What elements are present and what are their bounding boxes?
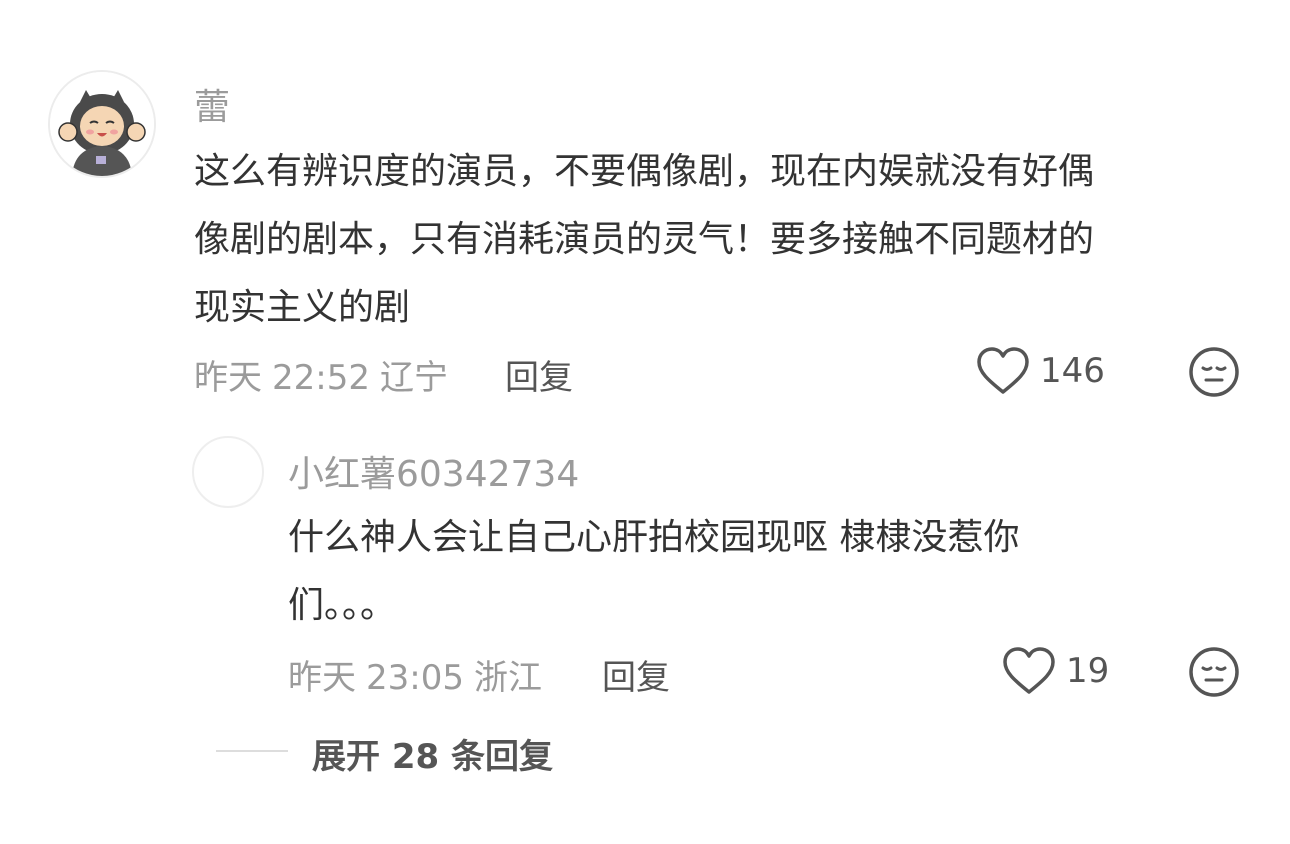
avatar[interactable]: [48, 70, 156, 178]
heart-outline-icon: [1003, 647, 1055, 694]
comment-text: 这么有辨识度的演员，不要偶像剧，现在内娱就没有好偶 像剧的剧本，只有消耗演员的灵…: [194, 138, 1094, 342]
reply-time: 23:05: [366, 658, 464, 698]
reply-username[interactable]: 小红薯60342734: [288, 445, 579, 497]
reply-like-count: 19: [1066, 651, 1110, 691]
reply-text-line: 什么神人会让自己心肝拍校园现呕 棣棣没惹你: [288, 517, 1020, 558]
expressionless-face-icon: [1189, 347, 1239, 397]
cartoon-character-avatar-icon: [50, 72, 154, 176]
comment-username[interactable]: 蕾: [194, 78, 230, 130]
comment-location: 辽宁: [379, 358, 448, 398]
reply-text: 什么神人会让自己心肝拍校园现呕 棣棣没惹你 们。。。: [288, 504, 1019, 640]
expressionless-face-icon: [1189, 647, 1239, 697]
comment-time: 22:52: [272, 358, 370, 398]
heart-outline-icon: [977, 347, 1029, 394]
reply-emoji-reaction-button[interactable]: [1188, 646, 1240, 702]
comment-text-line: 这么有辨识度的演员，不要偶像剧，现在内娱就没有好偶: [194, 151, 1095, 192]
comment-meta: 昨天 22:52 辽宁: [194, 350, 448, 399]
reply-button[interactable]: 回复: [505, 350, 573, 399]
reply-reply-button[interactable]: 回复: [602, 650, 670, 699]
expand-replies-button[interactable]: 展开 28 条回复: [312, 729, 553, 778]
comment-text-line: 现实主义的剧: [194, 287, 411, 328]
reply-avatar[interactable]: [192, 436, 264, 508]
comment-text-line: 像剧的剧本，只有消耗演员的灵气！要多接触不同题材的: [194, 219, 1095, 260]
comment-date: 昨天: [194, 358, 262, 398]
expand-divider: [216, 750, 288, 752]
like-button[interactable]: 146: [976, 346, 1105, 396]
reply-text-line: 们。。。: [288, 585, 397, 626]
emoji-reaction-button[interactable]: [1188, 346, 1240, 402]
reply-location: 浙江: [473, 658, 542, 698]
reply-meta: 昨天 23:05 浙江: [288, 650, 542, 699]
like-count: 146: [1040, 351, 1105, 391]
reply-like-button[interactable]: 19: [1002, 646, 1109, 696]
reply-date: 昨天: [288, 658, 356, 698]
